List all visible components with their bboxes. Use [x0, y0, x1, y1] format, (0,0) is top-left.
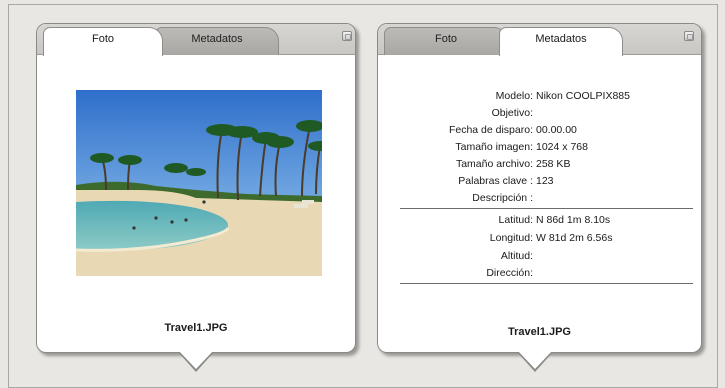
- meta-label: Objetivo:: [491, 107, 533, 119]
- meta-row-direccion: Dirección:: [378, 267, 701, 280]
- meta-label: Tamaño imagen:: [455, 141, 533, 153]
- meta-label: Tamaño archivo:: [455, 158, 533, 170]
- tab-metadatos[interactable]: Metadatos: [155, 27, 279, 55]
- meta-row-tamano-imagen: Tamaño imagen: 1024 x 768: [378, 141, 701, 154]
- meta-value: 00.00.00: [536, 124, 577, 136]
- meta-value: Nikon COOLPIX885: [536, 90, 630, 102]
- meta-label: Modelo:: [495, 90, 533, 102]
- photo-filename: Travel1.JPG: [508, 326, 571, 338]
- callout-pointer-fill: [518, 351, 552, 369]
- meta-value: 1024 x 768: [536, 141, 588, 153]
- meta-row-palabras-clave: Palabras clave : 123: [378, 175, 701, 188]
- section-divider: [400, 283, 693, 284]
- meta-label: Altitud:: [500, 250, 533, 262]
- meta-label: Palabras clave :: [458, 175, 533, 187]
- meta-row-fecha: Fecha de disparo: 00.00.00: [378, 124, 701, 137]
- photo-filename: Travel1.JPG: [164, 322, 228, 334]
- tab-metadatos[interactable]: Metadatos: [499, 27, 623, 56]
- meta-row-altitud: Altitud:: [378, 250, 701, 263]
- photo-thumbnail[interactable]: [76, 90, 322, 276]
- meta-value: 123: [536, 175, 554, 187]
- photo-preview-card: Foto Metadatos Travel1.JPG: [36, 23, 356, 353]
- close-icon[interactable]: [684, 31, 694, 41]
- photo-preview-panel: Foto Metadatos Travel1.JPG: [36, 23, 356, 372]
- tab-foto[interactable]: Foto: [43, 27, 163, 56]
- meta-label: Longitud:: [489, 232, 533, 244]
- tab-foto[interactable]: Foto: [384, 27, 508, 55]
- meta-label: Latitud:: [498, 214, 533, 226]
- meta-row-latitud: Latitud: N 86d 1m 8.10s: [378, 214, 701, 227]
- meta-value: N 86d 1m 8.10s: [536, 214, 611, 226]
- meta-row-tamano-archivo: Tamaño archivo: 258 KB: [378, 158, 701, 171]
- meta-value: 258 KB: [536, 158, 571, 170]
- meta-row-descripcion: Descripción :: [378, 192, 701, 205]
- meta-value: W 81d 2m 6.56s: [536, 232, 613, 244]
- metadata-card: Foto Metadatos Modelo: Nikon COOLPIX885 …: [377, 23, 702, 353]
- metadata-panel: Foto Metadatos Modelo: Nikon COOLPIX885 …: [377, 23, 702, 372]
- close-icon[interactable]: [342, 31, 352, 41]
- callout-pointer-fill: [179, 351, 213, 369]
- section-divider: [400, 208, 693, 209]
- meta-row-objetivo: Objetivo:: [378, 107, 701, 120]
- meta-label: Dirección:: [486, 267, 533, 279]
- meta-label: Descripción :: [472, 192, 533, 204]
- meta-row-longitud: Longitud: W 81d 2m 6.56s: [378, 232, 701, 245]
- meta-row-modelo: Modelo: Nikon COOLPIX885: [378, 90, 701, 103]
- meta-label: Fecha de disparo:: [448, 124, 533, 136]
